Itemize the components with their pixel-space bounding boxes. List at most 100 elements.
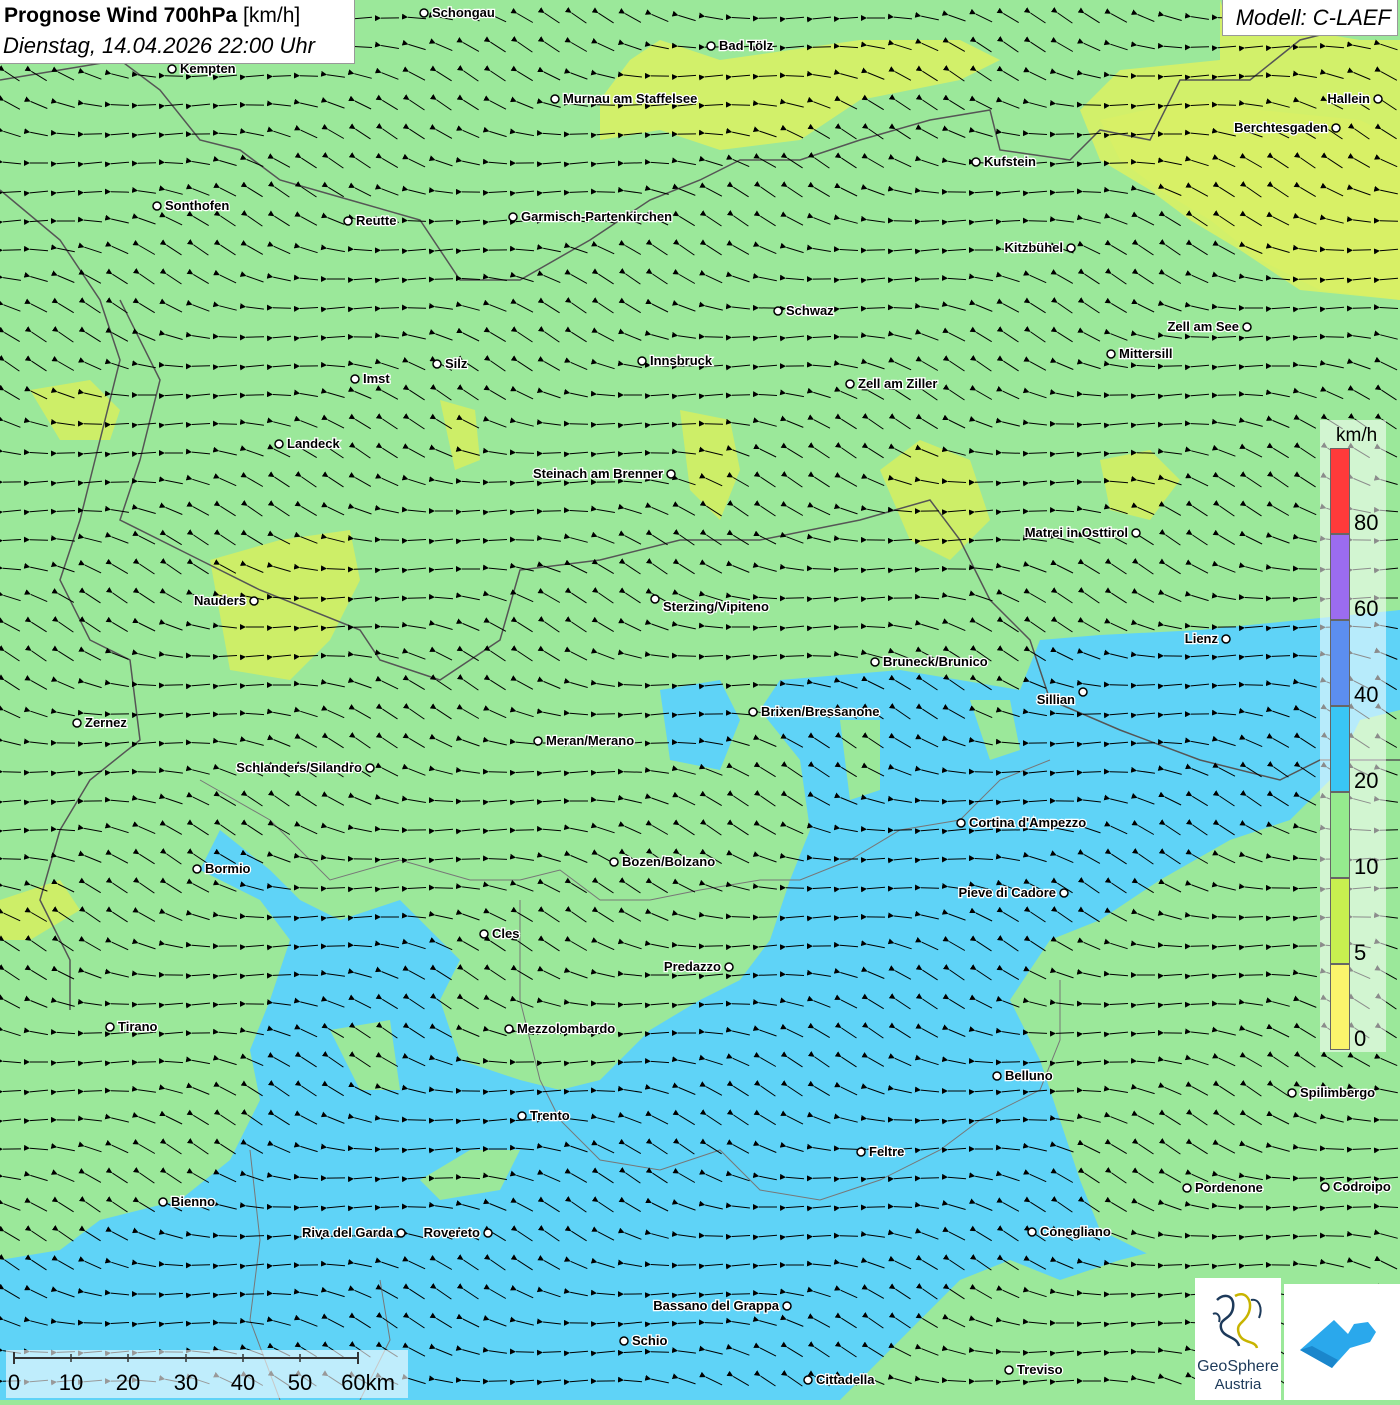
city-marker[interactable]: [871, 658, 879, 666]
city-marker[interactable]: [957, 819, 965, 827]
city-marker[interactable]: [484, 1229, 492, 1237]
wind-arrow: [462, 801, 480, 802]
wind-arrow: [1218, 917, 1236, 918]
city-marker[interactable]: [620, 1337, 628, 1345]
city-label: Sterzing/Vipiteno: [663, 599, 769, 614]
wind-arrow: [165, 685, 183, 686]
title-unit: [km/h]: [243, 4, 300, 27]
city-marker[interactable]: [159, 1198, 167, 1206]
city-marker[interactable]: [1079, 688, 1087, 696]
city-label: Trento: [530, 1108, 570, 1123]
city-marker[interactable]: [707, 42, 715, 50]
city-marker[interactable]: [480, 930, 488, 938]
city-marker[interactable]: [433, 360, 441, 368]
city-marker[interactable]: [551, 95, 559, 103]
wind-arrow: [597, 1004, 615, 1005]
city-marker[interactable]: [1332, 124, 1340, 132]
legend-swatch-6: [1330, 964, 1350, 1050]
wind-arrow: [408, 1207, 426, 1208]
wind-arrow: [1164, 1323, 1182, 1324]
city-marker[interactable]: [993, 1072, 1001, 1080]
wind-arrow: [678, 1265, 696, 1266]
city-marker[interactable]: [534, 737, 542, 745]
city-marker[interactable]: [846, 380, 854, 388]
city-marker[interactable]: [1060, 889, 1068, 897]
wind-arrow: [246, 1294, 264, 1295]
city-marker[interactable]: [1374, 95, 1382, 103]
scale-label-40: 40: [231, 1370, 255, 1396]
wind-arrow: [651, 743, 669, 744]
city-marker[interactable]: [366, 764, 374, 772]
city-marker[interactable]: [638, 357, 646, 365]
city-label: Sillian: [1037, 692, 1075, 707]
wind-arrow: [1353, 308, 1371, 309]
wind-arrow: [1056, 134, 1074, 135]
city-label: Steinach am Brenner: [533, 466, 663, 481]
city-marker[interactable]: [1183, 1184, 1191, 1192]
city-marker[interactable]: [505, 1025, 513, 1033]
city-marker[interactable]: [1243, 323, 1251, 331]
city-label: Bruneck/Brunico: [883, 654, 988, 669]
app-logo[interactable]: [1284, 1284, 1400, 1400]
city-marker[interactable]: [1222, 635, 1230, 643]
city-marker[interactable]: [1067, 244, 1075, 252]
city-marker[interactable]: [857, 1148, 865, 1156]
city-marker[interactable]: [106, 1023, 114, 1031]
city-marker[interactable]: [193, 865, 201, 873]
city-marker[interactable]: [783, 1302, 791, 1310]
geosphere-logo[interactable]: GeoSphere Austria: [1195, 1278, 1281, 1400]
wind-arrow: [840, 627, 858, 628]
city-marker[interactable]: [749, 708, 757, 716]
scale-label-10: 10: [59, 1370, 83, 1396]
city-marker[interactable]: [420, 9, 428, 17]
city-label: Bienno: [171, 1194, 215, 1209]
city-marker[interactable]: [351, 375, 359, 383]
wind-arrow: [759, 18, 777, 19]
city-label: Silz: [445, 356, 468, 371]
city-marker[interactable]: [1132, 529, 1140, 537]
city-marker[interactable]: [344, 217, 352, 225]
city-marker[interactable]: [397, 1229, 405, 1237]
wind-arrow: [759, 975, 777, 976]
wind-arrow: [705, 1236, 723, 1237]
city-label: Matrei in Osttirol: [1025, 525, 1128, 540]
wind-arrow: [408, 308, 426, 309]
city-marker[interactable]: [518, 1112, 526, 1120]
color-legend: km/h 806040201050: [1320, 420, 1386, 1052]
city-label: Schio: [632, 1333, 667, 1348]
city-marker[interactable]: [275, 440, 283, 448]
city-label: Bozen/Bolzano: [622, 854, 715, 869]
city-marker[interactable]: [651, 595, 659, 603]
city-marker[interactable]: [168, 65, 176, 73]
city-marker[interactable]: [725, 963, 733, 971]
wind-arrow: [300, 888, 318, 889]
wind-arrow: [246, 337, 264, 338]
city-marker[interactable]: [1028, 1228, 1036, 1236]
city-marker[interactable]: [774, 307, 782, 315]
city-label: Mittersill: [1119, 346, 1172, 361]
wind-arrow: [1353, 1207, 1371, 1208]
city-marker[interactable]: [509, 213, 517, 221]
city-marker[interactable]: [804, 1376, 812, 1384]
legend-swatch-2: [1330, 620, 1350, 706]
city-marker[interactable]: [610, 858, 618, 866]
city-marker[interactable]: [1005, 1366, 1013, 1374]
legend-swatch-5: [1330, 878, 1350, 964]
city-marker[interactable]: [73, 719, 81, 727]
wind-arrow: [354, 627, 372, 628]
city-label: Zell am See: [1167, 319, 1239, 334]
model-box: Modell: C-LAEF: [1222, 0, 1398, 36]
map-title: Prognose Wind 700hPa [km/h]: [4, 4, 300, 28]
wind-map: SchongauBad TölzKemptenMurnau am Staffel…: [0, 0, 1400, 1400]
city-marker[interactable]: [667, 470, 675, 478]
city-marker[interactable]: [153, 202, 161, 210]
city-marker[interactable]: [1288, 1089, 1296, 1097]
city-label: Landeck: [287, 436, 341, 451]
wind-arrow: [354, 569, 372, 570]
city-marker[interactable]: [972, 158, 980, 166]
wind-arrow: [1029, 1120, 1047, 1121]
city-marker[interactable]: [1321, 1183, 1329, 1191]
city-marker[interactable]: [1107, 350, 1115, 358]
city-marker[interactable]: [250, 597, 258, 605]
legend-bar: [1330, 448, 1350, 1050]
